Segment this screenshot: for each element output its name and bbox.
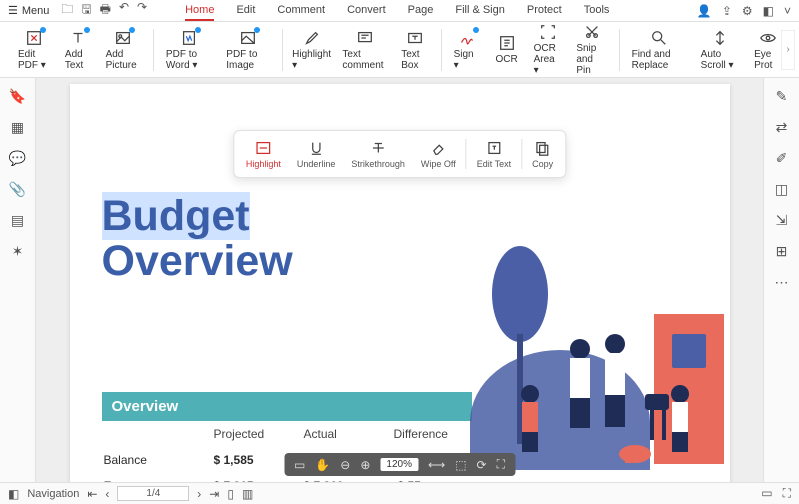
fullscreen-icon[interactable]: ⛶ bbox=[497, 457, 505, 472]
row-label: Expenses bbox=[102, 473, 212, 482]
ocr-button[interactable]: OCR bbox=[488, 30, 526, 69]
comments-icon[interactable]: 💬 bbox=[9, 150, 26, 167]
crop-icon[interactable]: ◫ bbox=[775, 181, 788, 198]
quick-access: 🗀 🖫 🖶 ↶ ↷ bbox=[61, 0, 147, 21]
tab-tools[interactable]: Tools bbox=[584, 1, 610, 21]
auto-scroll-button[interactable]: Auto Scroll ▾ bbox=[695, 25, 746, 75]
add-text-button[interactable]: Add Text bbox=[59, 25, 98, 75]
title-bar: ☰ Menu 🗀 🖫 🖶 ↶ ↷ Home Edit Comment Conve… bbox=[0, 0, 799, 22]
tab-edit[interactable]: Edit bbox=[236, 1, 255, 21]
stamp-icon[interactable]: ✶ bbox=[12, 243, 24, 260]
tab-protect[interactable]: Protect bbox=[527, 1, 562, 21]
rotate-icon[interactable]: ⟳ bbox=[477, 458, 487, 472]
pdf-to-word-button[interactable]: PDF to Word ▾ bbox=[160, 25, 218, 75]
tab-convert[interactable]: Convert bbox=[347, 1, 386, 21]
tab-comment[interactable]: Comment bbox=[277, 1, 325, 21]
tab-page[interactable]: Page bbox=[408, 1, 434, 21]
nav-label: Navigation bbox=[27, 488, 79, 500]
people-icon bbox=[470, 244, 724, 482]
share-icon[interactable]: ⇪ bbox=[722, 4, 732, 18]
ribbon-scroll-right[interactable]: › bbox=[781, 30, 795, 70]
window-controls: 👤 ⇪ ⚙ ◧ ˅ bbox=[697, 4, 791, 18]
single-page-icon[interactable]: ▯ bbox=[227, 487, 234, 501]
prev-page-icon[interactable]: ‹ bbox=[105, 487, 109, 501]
expand-icon[interactable]: ⛶ bbox=[783, 486, 791, 501]
find-replace-button[interactable]: Find and Replace bbox=[626, 25, 693, 75]
col-actual: Actual bbox=[302, 421, 392, 447]
pdf-to-image-button[interactable]: PDF to Image bbox=[220, 25, 276, 75]
last-page-icon[interactable]: ⇥ bbox=[209, 487, 219, 501]
save-icon[interactable]: 🖫 bbox=[81, 0, 91, 21]
print-icon[interactable]: 🖶 bbox=[100, 0, 111, 21]
snip-pin-button[interactable]: Snip and Pin bbox=[570, 19, 613, 80]
thumbnails-icon[interactable]: ▦ bbox=[11, 119, 24, 136]
float-edit-text[interactable]: Edit Text bbox=[469, 135, 519, 173]
user-icon[interactable]: 👤 bbox=[697, 4, 712, 18]
compress-icon[interactable]: ⇲ bbox=[776, 212, 788, 229]
edit-icon[interactable]: ✎ bbox=[776, 88, 788, 105]
bookmark-icon[interactable]: 🔖 bbox=[9, 88, 26, 105]
float-copy[interactable]: Copy bbox=[524, 135, 561, 173]
open-icon[interactable]: 🗀 bbox=[61, 0, 73, 21]
attachment-icon[interactable]: 📎 bbox=[9, 181, 26, 198]
overview-header: Overview bbox=[102, 392, 472, 421]
ocr-area-button[interactable]: OCR Area ▾ bbox=[528, 19, 569, 80]
text-comment-button[interactable]: Text comment bbox=[336, 25, 393, 75]
read-mode-icon[interactable]: ▭ bbox=[761, 486, 772, 501]
page-indicator[interactable]: 1/4 bbox=[117, 486, 189, 501]
menu-label: Menu bbox=[22, 5, 50, 17]
convert-icon[interactable]: ⇄ bbox=[776, 119, 788, 136]
zoom-level[interactable]: 120% bbox=[380, 458, 418, 471]
collapse-icon[interactable]: ˅ bbox=[784, 4, 791, 18]
fit-page-icon[interactable]: ⬚ bbox=[455, 458, 466, 472]
float-strikethrough[interactable]: Strikethrough bbox=[343, 135, 413, 173]
col-difference: Difference bbox=[392, 421, 482, 447]
view-toolbar: ▭ ✋ ⊖ ⊕ 120% ⟷ ⬚ ⟳ ⛶ bbox=[284, 453, 515, 476]
left-sidebar: 🔖 ▦ 💬 📎 ▤ ✶ bbox=[0, 78, 36, 482]
zoom-in-icon[interactable]: ⊕ bbox=[360, 458, 370, 472]
sign-button[interactable]: Sign ▾ bbox=[448, 25, 486, 75]
float-underline[interactable]: Underline bbox=[289, 135, 344, 173]
layers-icon[interactable]: ▤ bbox=[11, 212, 24, 229]
title-line2: Overview bbox=[102, 237, 293, 285]
col-blank bbox=[102, 421, 212, 447]
float-highlight[interactable]: Highlight bbox=[238, 135, 289, 173]
fit-width-icon[interactable]: ⟷ bbox=[428, 458, 445, 472]
hand-tool-icon[interactable]: ✋ bbox=[315, 458, 330, 472]
nav-toggle-icon[interactable]: ◧ bbox=[8, 487, 19, 501]
illustration: Actual expenses bbox=[470, 244, 724, 482]
first-page-icon[interactable]: ⇤ bbox=[87, 487, 97, 501]
skin-icon[interactable]: ◧ bbox=[763, 4, 774, 18]
next-page-icon[interactable]: › bbox=[197, 487, 201, 501]
settings-icon[interactable]: ⚙ bbox=[742, 4, 753, 18]
merge-icon[interactable]: ⊞ bbox=[776, 243, 788, 260]
selection-toolbar: Highlight Underline Strikethrough Wipe O… bbox=[233, 130, 566, 178]
status-bar: ◧ Navigation ⇤ ‹ 1/4 › ⇥ ▯ ▥ ▭ ⛶ bbox=[0, 482, 799, 504]
col-projected: Projected bbox=[212, 421, 302, 447]
row-label: Balance bbox=[102, 447, 212, 473]
edit-pdf-button[interactable]: Edit PDF ▾ bbox=[12, 25, 57, 75]
annotate-icon[interactable]: ✐ bbox=[776, 150, 788, 167]
add-picture-button[interactable]: Add Picture bbox=[100, 25, 148, 75]
redo-icon[interactable]: ↷ bbox=[137, 0, 147, 21]
menu-button[interactable]: ☰ Menu bbox=[8, 4, 49, 17]
more-icon[interactable]: ⋯ bbox=[775, 274, 789, 291]
zoom-out-icon[interactable]: ⊖ bbox=[340, 458, 350, 472]
right-sidebar: ✎ ⇄ ✐ ◫ ⇲ ⊞ ⋯ bbox=[763, 78, 799, 482]
tab-home[interactable]: Home bbox=[185, 1, 214, 21]
ribbon-toolbar: Edit PDF ▾ Add Text Add Picture PDF to W… bbox=[0, 22, 799, 78]
main-tabs: Home Edit Comment Convert Page Fill & Si… bbox=[185, 1, 609, 21]
select-tool-icon[interactable]: ▭ bbox=[294, 458, 305, 472]
tab-fill-sign[interactable]: Fill & Sign bbox=[455, 1, 505, 21]
text-box-button[interactable]: Text Box bbox=[395, 25, 435, 75]
undo-icon[interactable]: ↶ bbox=[119, 0, 129, 21]
highlight-button[interactable]: Highlight ▾ bbox=[289, 25, 335, 75]
float-wipe-off[interactable]: Wipe Off bbox=[413, 135, 464, 173]
hamburger-icon: ☰ bbox=[8, 4, 18, 17]
continuous-icon[interactable]: ▥ bbox=[242, 487, 253, 501]
title-highlighted[interactable]: Budget bbox=[102, 192, 250, 240]
